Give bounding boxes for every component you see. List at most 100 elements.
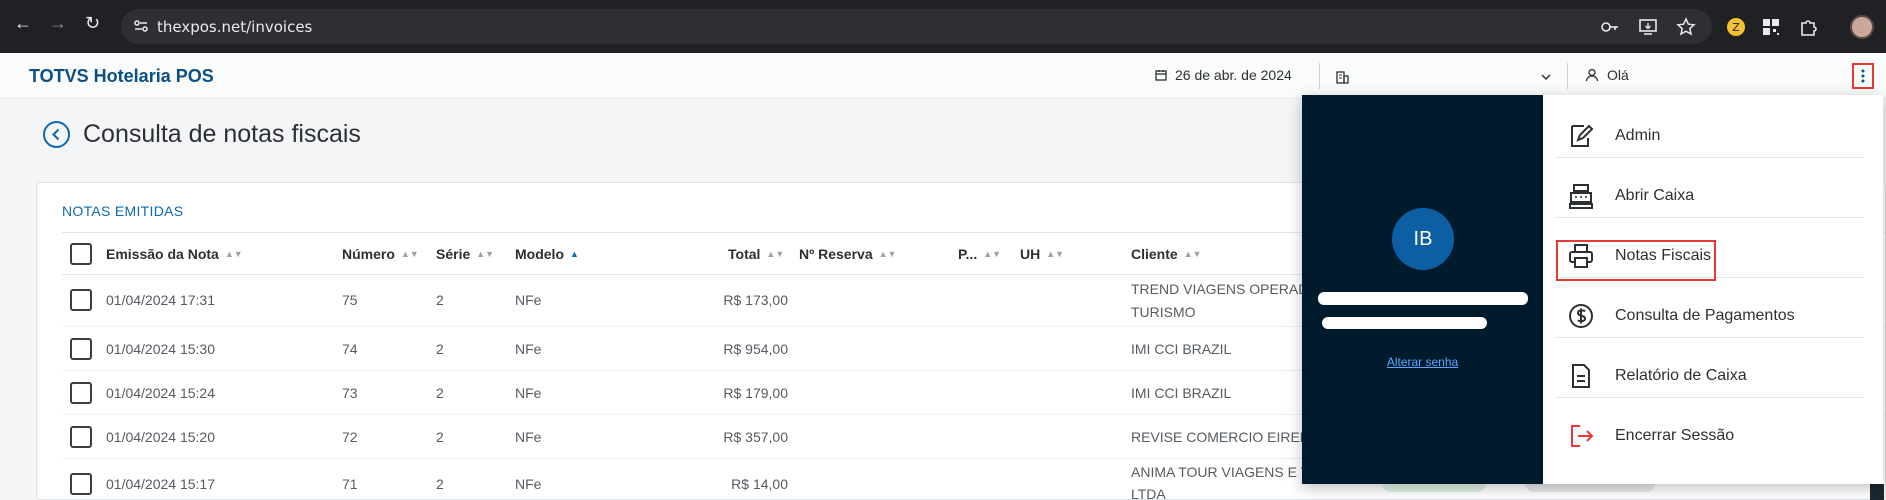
menu-item-label: Abrir Caixa: [1615, 187, 1695, 204]
sort-icon: ▲▼: [1183, 249, 1202, 259]
install-app-icon[interactable]: [1638, 17, 1658, 37]
user-greeting-text: Olá: [1607, 67, 1629, 83]
user-greeting[interactable]: Olá: [1585, 67, 1629, 83]
redacted-name: [1318, 292, 1528, 305]
sort-icon: ▲▼: [766, 249, 785, 259]
kebab-menu-icon: [1861, 69, 1865, 83]
calendar-icon: [1155, 70, 1167, 81]
section-title: NOTAS EMITIDAS: [62, 203, 184, 219]
menu-item-label: Relatório de Caixa: [1615, 367, 1747, 384]
sort-icon: ▲▼: [400, 249, 419, 259]
cell-number: 71: [342, 476, 358, 492]
sort-icon: ▲▼: [1046, 249, 1065, 259]
cell-client-line2: TURISMO: [1131, 304, 1196, 320]
scrollbar[interactable]: [1870, 484, 1884, 500]
column-p[interactable]: P... ▲▼: [958, 246, 1001, 262]
cell-total: R$ 954,00: [723, 341, 788, 357]
qr-code-icon[interactable]: [1760, 16, 1782, 38]
header-divider: [1319, 63, 1320, 89]
user-icon: [1585, 68, 1599, 82]
cell-series: 2: [436, 429, 444, 445]
row-checkbox[interactable]: [70, 382, 92, 404]
cash-register-icon: [1569, 184, 1593, 209]
sort-icon: ▲▼: [878, 249, 897, 259]
address-bar[interactable]: thexpos.net/invoices: [121, 9, 1712, 44]
extension-z-icon[interactable]: Z: [1725, 16, 1747, 38]
row-checkbox[interactable]: [70, 473, 92, 495]
change-password-link[interactable]: Alterar senha: [1302, 355, 1543, 369]
menu-item-label: Consulta de Pagamentos: [1615, 307, 1795, 324]
cell-client-line2: LTDA: [1131, 486, 1166, 500]
column-uh[interactable]: UH ▲▼: [1020, 246, 1064, 262]
column-modelo[interactable]: Modelo ▲: [515, 246, 579, 262]
sort-icon: ▲▼: [476, 249, 495, 259]
hotel-selector[interactable]: [1335, 66, 1555, 88]
cell-date: 01/04/2024 15:30: [106, 341, 215, 357]
row-checkbox[interactable]: [70, 426, 92, 448]
more-options-button[interactable]: [1852, 63, 1874, 89]
browser-profile-avatar[interactable]: [1850, 15, 1874, 39]
forward-arrow-icon[interactable]: →: [49, 14, 67, 32]
site-settings-icon[interactable]: [133, 18, 149, 34]
cell-client: IMI CCI BRAZIL: [1131, 341, 1232, 357]
menu-item-consulta-pagamentos[interactable]: Consulta de Pagamentos: [1555, 292, 1863, 338]
column-total[interactable]: Total ▲▼: [728, 246, 784, 262]
cell-date: 01/04/2024 15:17: [106, 476, 215, 492]
chevron-left-icon: [52, 128, 60, 141]
cell-series: 2: [436, 341, 444, 357]
cell-series: 2: [436, 385, 444, 401]
redacted-email: [1322, 317, 1487, 329]
cell-client: ANIMA TOUR VIAGENS E T: [1131, 464, 1310, 480]
extensions-puzzle-icon[interactable]: [1798, 16, 1820, 38]
column-cliente[interactable]: Cliente ▲▼: [1131, 246, 1202, 262]
column-reserva[interactable]: Nº Reserva ▲▼: [799, 246, 896, 262]
chevron-down-icon: [1541, 74, 1551, 81]
user-menu-dropdown: IB Alterar senha Admin Abrir Caixa Notas…: [1302, 95, 1883, 484]
avatar: IB: [1392, 208, 1454, 270]
cell-model: NFe: [515, 341, 542, 357]
user-profile-panel: IB Alterar senha: [1302, 95, 1543, 484]
cell-total: R$ 173,00: [723, 292, 788, 308]
app-header: TOTVS Hotelaria POS 26 de abr. de 2024 O…: [0, 53, 1886, 99]
password-key-icon[interactable]: [1600, 17, 1620, 37]
cell-date: 01/04/2024 17:31: [106, 292, 215, 308]
cell-total: R$ 357,00: [723, 429, 788, 445]
edit-document-icon: [1571, 124, 1594, 147]
report-document-icon: [1572, 364, 1590, 388]
menu-item-abrir-caixa[interactable]: Abrir Caixa: [1555, 172, 1863, 218]
cell-series: 2: [436, 476, 444, 492]
highlight-frame: [1556, 240, 1716, 281]
dollar-circle-icon: [1569, 304, 1593, 328]
user-menu-list: Admin Abrir Caixa Notas Fiscais Consulta…: [1543, 95, 1883, 484]
column-serie[interactable]: Série ▲▼: [436, 246, 494, 262]
row-checkbox[interactable]: [70, 338, 92, 360]
cell-series: 2: [436, 292, 444, 308]
sort-ascending-icon: ▲: [570, 249, 579, 259]
logout-icon: [1571, 425, 1594, 447]
column-emissao[interactable]: Emissão da Nota ▲▼: [106, 246, 243, 262]
header-date-text: 26 de abr. de 2024: [1175, 67, 1292, 83]
menu-item-admin[interactable]: Admin: [1555, 112, 1863, 158]
bookmark-star-icon[interactable]: [1676, 17, 1696, 37]
select-all-checkbox[interactable]: [70, 243, 92, 265]
building-icon: [1336, 71, 1349, 84]
cell-total: R$ 179,00: [723, 385, 788, 401]
row-checkbox[interactable]: [70, 289, 92, 311]
menu-item-encerrar-sessao[interactable]: Encerrar Sessão: [1555, 412, 1863, 458]
column-numero[interactable]: Número ▲▼: [342, 246, 419, 262]
back-arrow-icon[interactable]: ←: [14, 14, 32, 32]
menu-item-relatorio-caixa[interactable]: Relatório de Caixa: [1555, 352, 1863, 398]
cell-client: IMI CCI BRAZIL: [1131, 385, 1232, 401]
back-button[interactable]: [43, 121, 70, 148]
svg-text:Z: Z: [1732, 21, 1740, 34]
brand-title[interactable]: TOTVS Hotelaria POS: [29, 66, 214, 87]
sort-icon: ▲▼: [983, 249, 1002, 259]
cell-number: 72: [342, 429, 358, 445]
cell-total: R$ 14,00: [731, 476, 788, 492]
header-date: 26 de abr. de 2024: [1155, 67, 1292, 83]
url-text[interactable]: thexpos.net/invoices: [157, 18, 312, 36]
cell-model: NFe: [515, 476, 542, 492]
cell-date: 01/04/2024 15:20: [106, 429, 215, 445]
reload-icon[interactable]: ↻: [85, 14, 100, 32]
menu-item-label: Encerrar Sessão: [1615, 427, 1735, 444]
